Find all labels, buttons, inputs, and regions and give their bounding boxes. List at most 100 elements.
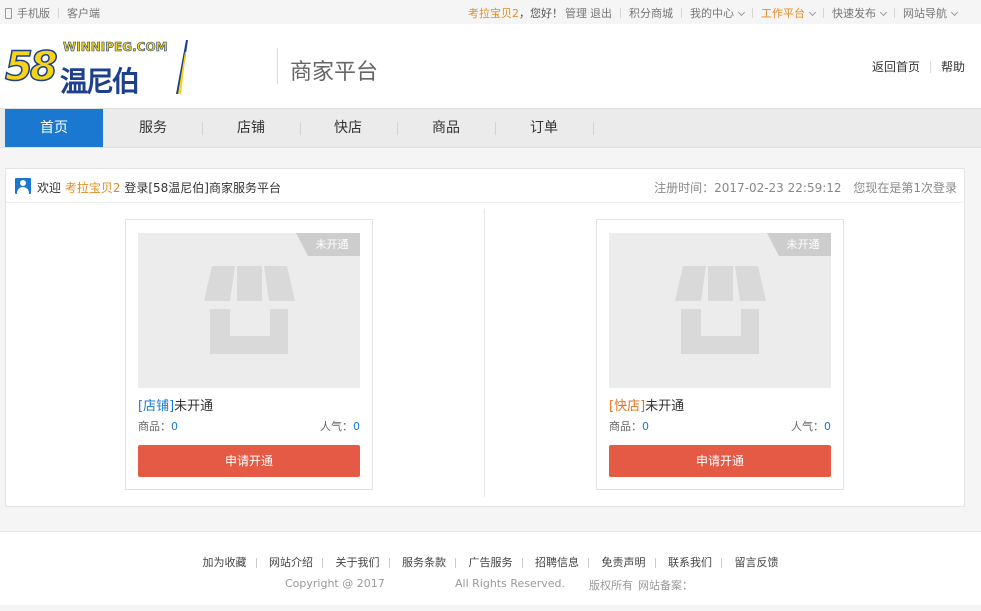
goods-value: 0 (171, 420, 178, 433)
my-center-label: 我的中心 (690, 7, 734, 20)
divider (894, 8, 895, 18)
divider (681, 8, 682, 18)
storefront-icon (204, 266, 295, 354)
welcome-prefix: 欢迎 (37, 181, 62, 195)
tab-quick-store[interactable]: 快店 (300, 109, 396, 147)
mobile-phone-icon (5, 7, 12, 19)
footer-link-contact[interactable]: 联系我们 (668, 556, 712, 569)
client-link[interactable]: 客户端 (67, 5, 100, 21)
quick-store-thumbnail: 未开通 (609, 233, 831, 388)
store-popularity: 人气：0 (320, 418, 360, 434)
footer-link-jobs[interactable]: 招聘信息 (535, 556, 579, 569)
footer-strip (0, 605, 981, 611)
logout-link[interactable]: 退出 (590, 5, 612, 21)
work-platform-menu[interactable]: 工作平台 (761, 5, 817, 21)
welcome-text: 欢迎 考拉宝贝2 登录[58温尼伯]商家服务平台 (37, 179, 281, 196)
owner-text: 版权所有 (589, 579, 633, 592)
points-mall-link[interactable]: 积分商城 (629, 5, 673, 21)
footer-link-ads[interactable]: 广告服务 (469, 556, 513, 569)
registration-time: 注册时间：2017-02-23 22:59:12 (654, 181, 842, 195)
tab-orders[interactable]: 订单 (495, 109, 593, 147)
chevron-down-icon (737, 8, 746, 17)
store-status: 未开通 (174, 399, 214, 414)
popularity-label: 人气： (791, 420, 824, 433)
quick-store-popularity: 人气：0 (791, 418, 831, 434)
footer-link-about-site[interactable]: 网站介绍 (269, 556, 313, 569)
help-link[interactable]: 帮助 (941, 58, 965, 75)
footer-link-feedback[interactable]: 留言反馈 (735, 556, 779, 569)
popularity-value: 0 (824, 420, 831, 433)
welcome-username[interactable]: 考拉宝贝2 (65, 181, 121, 195)
top-bar: 手机版 客户端 考拉宝贝2 ，您好！ 管理 退出 积分商城 我的中心 工作平台 … (0, 0, 981, 24)
logo-tower-icon (176, 40, 188, 94)
quick-store-goods-count: 商品：0 (609, 418, 649, 434)
top-bar-right: 考拉宝贝2 ，您好！ 管理 退出 积分商城 我的中心 工作平台 快速发布 网站导… (468, 5, 959, 21)
store-card: 未开通 [店铺]未开通 商品：0 人气：0 申请开通 (125, 219, 373, 490)
store-tag: [店铺] (138, 399, 175, 414)
top-bar-left: 手机版 客户端 (5, 5, 100, 21)
chevron-down-icon (808, 8, 817, 17)
divider (752, 8, 753, 18)
footer-link-disclaimer[interactable]: 免责声明 (602, 556, 646, 569)
header: 58 WINNIPEG.COM 温尼伯 商家平台 返回首页 帮助 (0, 24, 981, 108)
column-divider (484, 209, 485, 497)
copyright-text: Copyright @ 2017 (285, 577, 385, 590)
popularity-label: 人气： (320, 420, 353, 433)
site-logo[interactable]: 58 WINNIPEG.COM 温尼伯 (4, 38, 190, 98)
tab-products[interactable]: 商品 (397, 109, 495, 147)
username-link[interactable]: 考拉宝贝2 (468, 5, 519, 21)
work-platform-label: 工作平台 (761, 7, 805, 20)
apply-store-button[interactable]: 申请开通 (138, 445, 360, 477)
divider (929, 60, 931, 73)
footer-link-terms[interactable]: 服务条款 (402, 556, 446, 569)
welcome-bar: 欢迎 考拉宝贝2 登录[58温尼伯]商家服务平台 注册时间：2017-02-23… (6, 169, 964, 203)
footer-links: 加为收藏 网站介绍 关于我们 服务条款 广告服务 招聘信息 免责声明 联系我们 … (0, 554, 981, 570)
store-goods-count: 商品：0 (138, 418, 178, 434)
store-thumbnail: 未开通 (138, 233, 360, 388)
site-nav-menu[interactable]: 网站导航 (903, 5, 959, 21)
tab-home[interactable]: 首页 (5, 109, 103, 147)
back-home-link[interactable]: 返回首页 (872, 58, 920, 75)
popularity-value: 0 (353, 420, 360, 433)
divider (823, 8, 824, 18)
quick-store-status: 未开通 (645, 399, 685, 414)
quick-post-label: 快速发布 (832, 7, 876, 20)
icp-text: 网站备案： (638, 579, 693, 592)
goods-label: 商品： (609, 420, 642, 433)
footer-link-about-us[interactable]: 关于我们 (336, 556, 380, 569)
chevron-down-icon (950, 8, 959, 17)
storefront-icon (675, 266, 766, 354)
logo-latin-text: WINNIPEG.COM (63, 40, 168, 55)
quick-store-tag: [快店] (609, 399, 646, 414)
header-links: 返回首页 帮助 (872, 58, 965, 75)
quick-store-card: 未开通 [快店]未开通 商品：0 人气：0 申请开通 (596, 219, 844, 490)
divider (593, 122, 594, 135)
site-nav-label: 网站导航 (903, 7, 947, 20)
page-title: 商家平台 (290, 60, 379, 85)
goods-label: 商品： (138, 420, 171, 433)
mobile-version-link[interactable]: 手机版 (17, 5, 50, 21)
greeting-text: ，您好！ (519, 7, 563, 20)
goods-value: 0 (642, 420, 649, 433)
quick-post-menu[interactable]: 快速发布 (832, 5, 888, 21)
login-count: 您现在是第1次登录 (853, 181, 957, 195)
tab-service[interactable]: 服务 (104, 109, 202, 147)
tab-store[interactable]: 店铺 (202, 109, 300, 147)
divider (620, 8, 621, 18)
user-avatar-icon (15, 178, 31, 194)
my-center-menu[interactable]: 我的中心 (690, 5, 746, 21)
logo-chinese-text: 温尼伯 (60, 65, 140, 98)
divider (58, 8, 59, 18)
apply-quick-store-button[interactable]: 申请开通 (609, 445, 831, 477)
footer: 加为收藏 网站介绍 关于我们 服务条款 广告服务 招聘信息 免责声明 联系我们 … (0, 531, 981, 611)
rights-text: All Rights Reserved. (455, 577, 566, 590)
store-card-title: [店铺]未开通 (138, 395, 213, 414)
dashboard-panel: 欢迎 考拉宝贝2 登录[58温尼伯]商家服务平台 注册时间：2017-02-23… (5, 168, 965, 507)
manage-link[interactable]: 管理 (565, 5, 587, 21)
logo-number: 58 (4, 43, 58, 91)
header-divider (277, 48, 278, 84)
main-nav: 首页 服务 店铺 快店 商品 订单 (0, 108, 981, 148)
footer-link-bookmark[interactable]: 加为收藏 (203, 556, 247, 569)
chevron-down-icon (879, 8, 888, 17)
quick-store-card-title: [快店]未开通 (609, 395, 684, 414)
